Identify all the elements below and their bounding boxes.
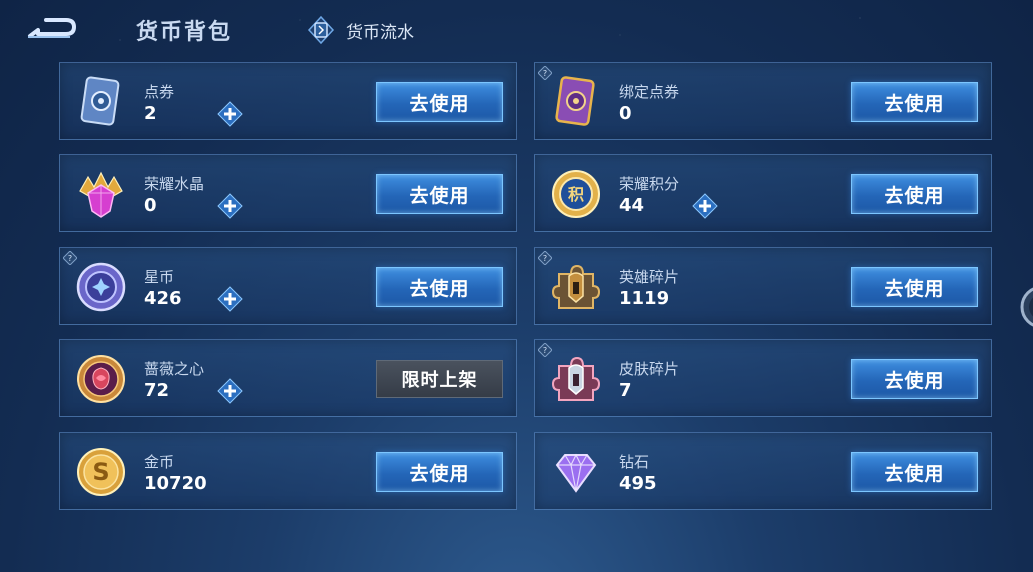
gold-coin-icon: S [77,448,125,496]
currency-name: 荣耀积分 [619,175,680,193]
bound-voucher-card-icon [555,76,595,126]
star-coin-icon [76,262,126,312]
use-button[interactable]: 去使用 [851,359,978,399]
rose-heart-icon [77,355,125,403]
currency-card-rose-heart: 蔷薇之心 72 限时上架 [59,339,517,417]
currency-count: 7 [619,380,632,401]
currency-count: 0 [144,195,157,216]
skin-fragment-icon [551,356,601,401]
currency-name: 绑定点券 [619,83,680,101]
diamond-icon [555,453,597,493]
currency-name: 荣耀水晶 [144,175,205,193]
use-button[interactable]: 去使用 [851,452,978,492]
currency-card-diamond: 钻石 495 去使用 [534,432,992,510]
currency-count: 72 [144,380,170,401]
glory-points-icon: 积 [552,170,600,218]
add-currency-button[interactable] [217,101,243,127]
use-button[interactable]: 去使用 [851,267,978,307]
currency-count: 426 [144,288,182,309]
svg-text:?: ? [543,69,547,78]
svg-text:?: ? [68,254,72,263]
tab-currency-flow-label: 货币流水 [346,22,414,43]
currency-card-bound-voucher: ? 绑定点券 0 去使用 [534,62,992,140]
use-button[interactable]: 去使用 [851,174,978,214]
currency-name: 金币 [144,453,175,471]
currency-name: 英雄碎片 [619,268,680,286]
page-title: 货币背包 [136,20,233,45]
currency-name: 蔷薇之心 [144,360,205,378]
currency-name: 点券 [144,83,175,101]
glory-crystal-icon [79,171,123,218]
add-currency-button[interactable] [217,286,243,312]
currency-card-glory-points: 积 荣耀积分 44 去使用 [534,154,992,232]
currency-count: 1119 [619,288,670,309]
currency-count: 10720 [144,473,207,494]
limited-time-button: 限时上架 [376,360,503,398]
currency-name: 皮肤碎片 [619,360,680,378]
currency-count: 44 [619,195,645,216]
currency-count: 495 [619,473,657,494]
currency-card-hero-fragment: ? 英雄碎片 1119 去使用 [534,247,992,325]
use-button[interactable]: 去使用 [376,267,503,307]
use-button[interactable]: 去使用 [376,452,503,492]
top-bar: 货币背包 货币流水 [0,0,1033,60]
currency-card-skin-fragment: ? 皮肤碎片 7 去使用 [534,339,992,417]
svg-text:?: ? [543,254,547,263]
svg-text:积: 积 [568,185,584,204]
currency-count: 2 [144,103,157,124]
use-button[interactable]: 去使用 [376,82,503,122]
add-currency-button[interactable] [692,193,718,219]
side-panel-handle[interactable] [1018,283,1033,331]
voucher-card-icon [80,76,120,126]
currency-name: 星币 [144,268,175,286]
currency-card-voucher: 点券 2 去使用 [59,62,517,140]
currency-card-glory-crystal: 荣耀水晶 0 去使用 [59,154,517,232]
currency-flow-icon [307,15,335,45]
add-currency-button[interactable] [217,378,243,404]
back-button[interactable] [24,14,80,44]
currency-name: 钻石 [619,453,650,471]
currency-card-gold-coin: S 金币 10720 去使用 [59,432,517,510]
add-currency-button[interactable] [217,193,243,219]
svg-text:S: S [92,458,109,486]
back-arrow-icon [28,18,76,38]
use-button[interactable]: 去使用 [376,174,503,214]
tab-currency-flow[interactable]: 货币流水 [306,14,414,46]
currency-card-star-coin: ? 星币 426 去使用 [59,247,517,325]
hero-fragment-icon [551,264,601,309]
use-button[interactable]: 去使用 [851,82,978,122]
currency-count: 0 [619,103,632,124]
svg-text:?: ? [543,346,547,355]
